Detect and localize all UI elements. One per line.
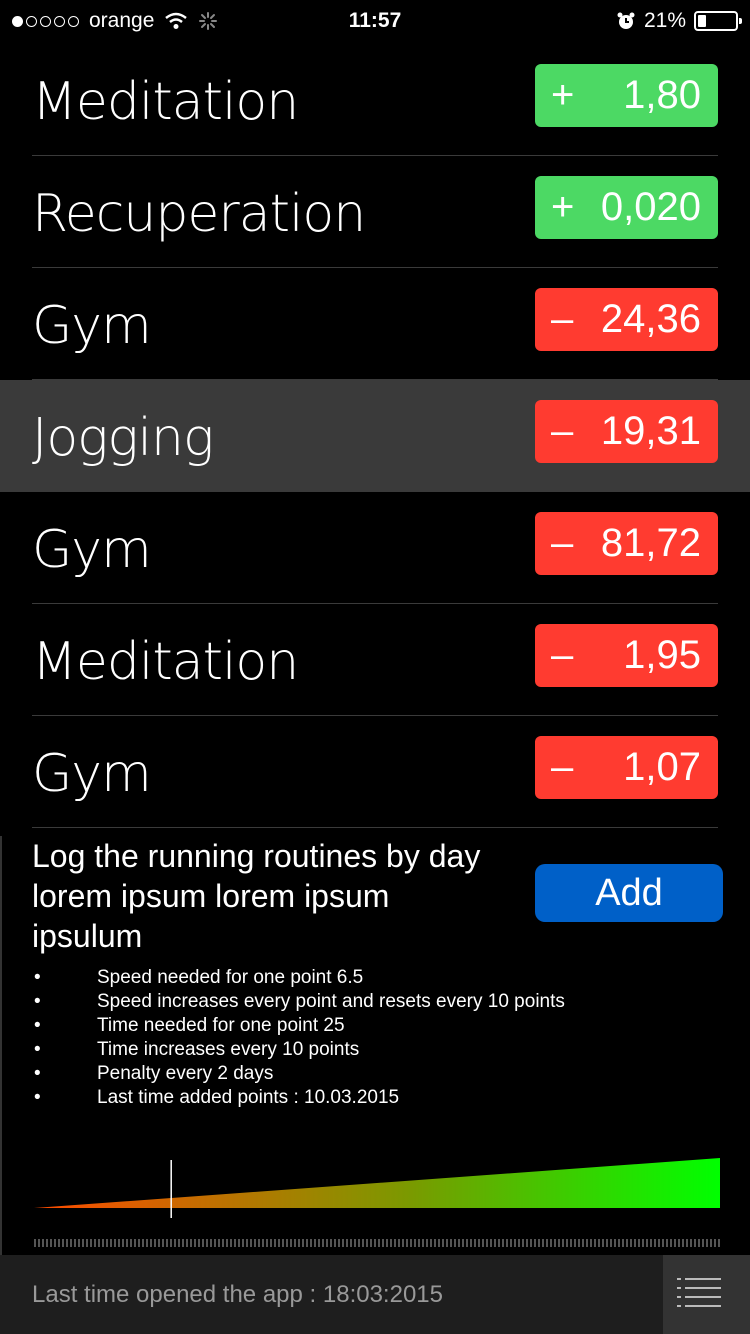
score-sign: + (551, 185, 575, 229)
activity-name: Gym (32, 744, 152, 804)
list-menu-icon (677, 1278, 721, 1307)
score-sign: – (551, 745, 574, 789)
rule-item: Last time added points : 10.03.2015 (34, 1086, 734, 1110)
rule-item: Penalty every 2 days (34, 1062, 734, 1086)
rule-item: Time increases every 10 points (34, 1038, 734, 1062)
detail-panel: Log the running routines by day lorem ip… (0, 836, 750, 1256)
status-bar: orange 11:57 21% (0, 0, 750, 44)
score-badge[interactable]: +0,020 (535, 176, 718, 239)
list-item[interactable]: Meditation +1,80 (32, 44, 718, 156)
score-value: 19,31 (600, 409, 701, 453)
list-item[interactable]: Gym –81,72 (32, 492, 718, 604)
score-badge[interactable]: +1,80 (535, 64, 718, 127)
score-badge[interactable]: – 1,07 (535, 736, 718, 799)
progress-ramp (34, 1158, 720, 1208)
score-value: 81,72 (600, 521, 701, 565)
activity-name: Gym (32, 296, 152, 356)
list-item[interactable]: Meditation – 1,95 (32, 604, 718, 716)
score-sign: – (551, 409, 574, 453)
activity-list: Meditation +1,80 Recuperation +0,020 Gym –24,… (0, 44, 750, 828)
score-badge[interactable]: – 1,95 (535, 624, 718, 687)
activity-name: Meditation (32, 632, 299, 692)
rule-item: Speed increases every point and resets e… (34, 990, 734, 1014)
activity-name: Recuperation (32, 184, 366, 244)
score-value: 1,95 (623, 633, 701, 677)
score-badge[interactable]: –19,31 (535, 400, 718, 463)
activity-name: Meditation (32, 72, 299, 132)
activity-name: Jogging (32, 408, 214, 468)
score-sign: – (551, 633, 574, 677)
score-value: 1,80 (623, 73, 701, 117)
score-sign: + (551, 73, 575, 117)
rule-item: Time needed for one point 25 (34, 1014, 734, 1038)
score-value: 24,36 (600, 297, 701, 341)
battery-percent: 21% (643, 9, 686, 32)
alarm-icon (617, 12, 635, 29)
score-badge[interactable]: –81,72 (535, 512, 718, 575)
progress-ramp-chart (34, 1158, 720, 1218)
last-opened-label: Last time opened the app : 18:03:2015 (32, 1281, 443, 1308)
list-item[interactable]: Recuperation +0,020 (32, 156, 718, 268)
score-value: 1,07 (623, 745, 701, 789)
list-item[interactable]: Jogging –19,31 (0, 380, 750, 492)
add-button[interactable]: Add (535, 864, 723, 922)
rules-list: Speed needed for one point 6.5Speed incr… (34, 966, 734, 1110)
rule-item: Speed needed for one point 6.5 (34, 966, 734, 990)
footer-bar: Last time opened the app : 18:03:2015 (0, 1255, 750, 1334)
menu-button[interactable] (663, 1255, 750, 1334)
scale-ticks (34, 1239, 720, 1247)
score-value: 0,020 (600, 185, 701, 229)
score-sign: – (551, 297, 574, 341)
battery-icon (694, 11, 742, 31)
score-sign: – (551, 521, 574, 565)
activity-name: Gym (32, 520, 152, 580)
list-item[interactable]: Gym –24,36 (32, 268, 718, 380)
activity-description: Log the running routines by day lorem ip… (32, 838, 481, 954)
list-item[interactable]: Gym – 1,07 (32, 716, 718, 828)
score-badge[interactable]: –24,36 (535, 288, 718, 351)
